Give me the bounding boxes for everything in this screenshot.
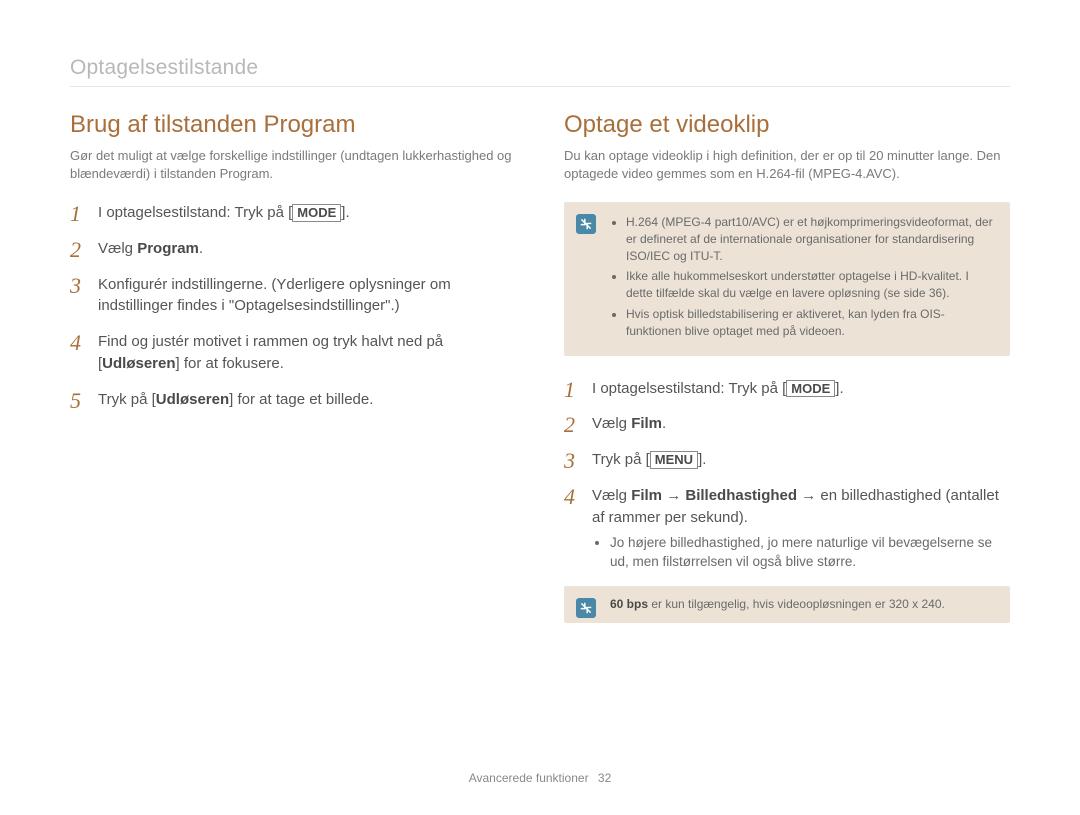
step-text: I optagelsestilstand: Tryk på [: [98, 204, 292, 221]
right-intro: Du kan optage videoklip i high definitio…: [564, 147, 1010, 182]
note-icon: [576, 214, 596, 234]
bold-term: Udløseren: [156, 391, 229, 408]
menu-button-label: MENU: [650, 451, 698, 469]
left-steps: I optagelsestilstand: Tryk på [MODE]. Væ…: [70, 202, 516, 410]
arrow: →: [662, 487, 685, 504]
step-text: Vælg: [98, 240, 137, 257]
right-title: Optage et videoklip: [564, 111, 1010, 139]
right-step-1: I optagelsestilstand: Tryk på [MODE].: [564, 378, 1010, 400]
left-step-4: Find og justér motivet i rammen og tryk …: [70, 331, 516, 375]
left-step-3: Konfigurér indstillingerne. (Yderligere …: [70, 274, 516, 318]
page-footer: Avancerede funktioner 32: [0, 771, 1080, 785]
note-item: H.264 (MPEG-4 part10/AVC) er et højkompr…: [626, 214, 996, 264]
footer-section: Avancerede funktioner: [469, 771, 589, 785]
left-step-2: Vælg Program.: [70, 238, 516, 260]
note-list: H.264 (MPEG-4 part10/AVC) er et højkompr…: [610, 214, 996, 340]
step-text: I optagelsestilstand: Tryk på [: [592, 380, 786, 397]
note-item: Ikke alle hukommelseskort understøtter o…: [626, 268, 996, 302]
bold-term: Film: [631, 487, 662, 504]
two-column-layout: Brug af tilstanden Program Gør det mulig…: [70, 111, 1010, 645]
step-text: ] for at fokusere.: [176, 355, 284, 372]
bold-term: Film: [631, 415, 662, 432]
bold-term: Udløseren: [102, 355, 175, 372]
sub-bullet-list: Jo højere billedhastighed, jo mere natur…: [592, 534, 1010, 572]
bold-term: 60 bps: [610, 597, 648, 611]
sub-bullet: Jo højere billedhastighed, jo mere natur…: [610, 534, 1010, 572]
bold-term: Billedhastighed: [685, 487, 797, 504]
step-text: ].: [835, 380, 843, 397]
bold-term: Program: [137, 240, 199, 257]
right-step-2: Vælg Film.: [564, 413, 1010, 435]
page-number: 32: [598, 771, 611, 785]
step-text: .: [199, 240, 203, 257]
step-text: Vælg: [592, 487, 631, 504]
right-column: Optage et videoklip Du kan optage videok…: [564, 111, 1010, 645]
step-text: ] for at tage et billede.: [229, 391, 373, 408]
left-step-5: Tryk på [Udløseren] for at tage et bille…: [70, 389, 516, 411]
right-step-3: Tryk på [MENU].: [564, 449, 1010, 471]
left-column: Brug af tilstanden Program Gør det mulig…: [70, 111, 516, 645]
note-item: Hvis optisk billedstabilisering er aktiv…: [626, 306, 996, 340]
step-text: .: [662, 415, 666, 432]
page-header: Optagelsestilstande: [70, 56, 1010, 80]
manual-page: Optagelsestilstande Brug af tilstanden P…: [0, 0, 1080, 815]
step-text: Vælg: [592, 415, 631, 432]
left-intro: Gør det muligt at vælge forskellige inds…: [70, 147, 516, 182]
step-text: Tryk på [: [98, 391, 156, 408]
note-text-rest: er kun tilgængelig, hvis videoopløsninge…: [648, 597, 945, 611]
note-text: 60 bps er kun tilgængelig, hvis videoopl…: [610, 596, 996, 613]
step-text: ].: [698, 451, 706, 468]
header-divider: [70, 86, 1010, 87]
mode-button-label: MODE: [786, 380, 835, 398]
note-box-1: H.264 (MPEG-4 part10/AVC) er et højkompr…: [564, 202, 1010, 356]
step-text: ].: [341, 204, 349, 221]
left-title: Brug af tilstanden Program: [70, 111, 516, 139]
right-steps: I optagelsestilstand: Tryk på [MODE]. Væ…: [564, 378, 1010, 573]
step-text: Konfigurér indstillingerne. (Yderligere …: [98, 276, 451, 315]
note-box-2: 60 bps er kun tilgængelig, hvis videoopl…: [564, 586, 1010, 623]
note-icon: [576, 598, 596, 618]
step-text: Tryk på [: [592, 451, 650, 468]
right-step-4: Vælg Film → Billedhastighed → en billedh…: [564, 485, 1010, 572]
left-step-1: I optagelsestilstand: Tryk på [MODE].: [70, 202, 516, 224]
mode-button-label: MODE: [292, 204, 341, 222]
